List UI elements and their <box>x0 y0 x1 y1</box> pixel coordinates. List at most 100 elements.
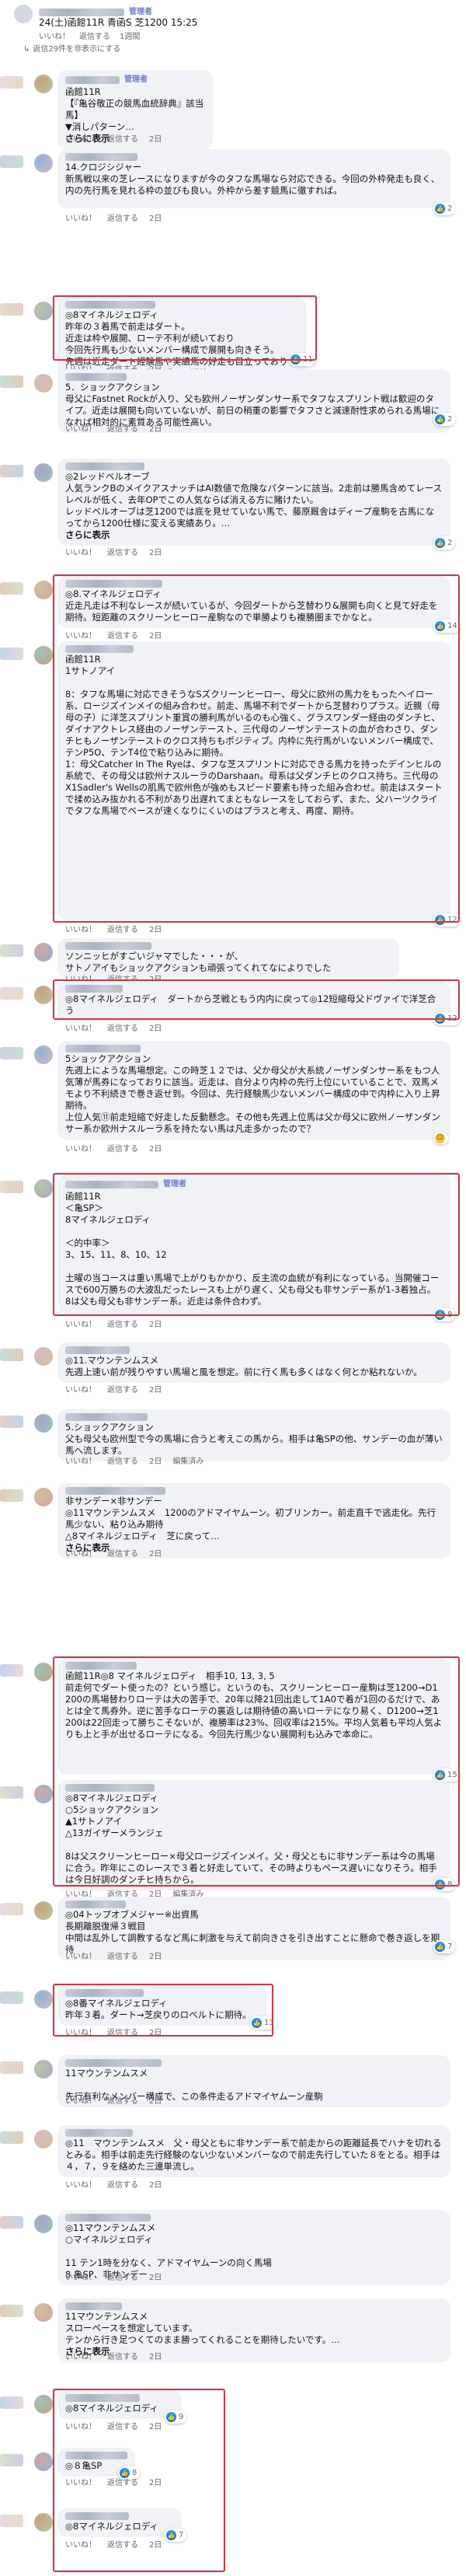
reply-link[interactable]: 返信する <box>107 1319 138 1331</box>
reply-link[interactable]: 返信する <box>107 1384 138 1396</box>
reaction-count[interactable]: 👍 14 <box>433 620 461 633</box>
reply-link[interactable]: 返信する <box>107 2272 138 2284</box>
reply-link[interactable]: 返信する <box>79 31 110 43</box>
reaction-count[interactable]: 👍 2 <box>433 413 456 426</box>
reaction-count[interactable]: 👍 12 <box>433 1012 461 1025</box>
reply-link[interactable]: 返信する <box>107 1023 138 1035</box>
avatar[interactable] <box>34 2452 53 2471</box>
avatar[interactable] <box>34 75 53 93</box>
reply-link[interactable]: 返信する <box>107 2351 138 2363</box>
hide-replies-link[interactable]: 返信29件を非表示にする <box>33 44 120 55</box>
author-name-redacted[interactable] <box>65 462 144 470</box>
author-name-redacted[interactable] <box>65 1180 158 1189</box>
author-name-redacted[interactable] <box>65 942 151 950</box>
avatar[interactable] <box>34 154 53 173</box>
like-link[interactable]: いいね！ <box>65 630 96 642</box>
like-link[interactable]: いいね！ <box>65 2477 96 2489</box>
author-name-redacted[interactable] <box>65 1413 148 1421</box>
reaction-count[interactable]: 👍 12 <box>433 913 461 927</box>
avatar[interactable] <box>34 302 53 320</box>
author-name-redacted[interactable] <box>65 2214 151 2222</box>
reply-link[interactable]: 返信する <box>107 2096 138 2107</box>
author-name-redacted[interactable] <box>65 580 162 588</box>
reply-link[interactable]: 返信する <box>107 2180 138 2191</box>
reaction-count[interactable]: 👍 13 <box>250 2016 277 2030</box>
reply-link[interactable]: 返信する <box>107 547 138 559</box>
like-link[interactable]: いいね！ <box>65 2096 96 2107</box>
reaction-count[interactable]: 👍 8 <box>433 1878 456 1891</box>
like-link[interactable]: いいね！ <box>65 924 96 936</box>
like-link[interactable]: いいね！ <box>65 2539 96 2551</box>
author-name-redacted[interactable] <box>65 2059 162 2067</box>
avatar[interactable] <box>34 986 53 1004</box>
see-more-link[interactable]: さらに表示 <box>65 529 110 540</box>
author-name-redacted[interactable] <box>65 301 155 309</box>
reaction-count[interactable]: 👍 2 <box>433 536 456 550</box>
like-link[interactable]: いいね！ <box>65 1951 96 1963</box>
like-link[interactable]: いいね！ <box>65 547 96 559</box>
author-name-redacted[interactable] <box>65 1346 130 1354</box>
avatar[interactable] <box>34 943 53 962</box>
like-link[interactable]: いいね！ <box>65 2421 96 2433</box>
avatar[interactable] <box>34 1488 53 1506</box>
reply-link[interactable]: 返信する <box>107 2477 138 2489</box>
author-name-redacted[interactable] <box>65 1662 137 1670</box>
avatar[interactable] <box>34 2395 53 2414</box>
reply-link[interactable]: 返信する <box>107 424 138 435</box>
avatar[interactable] <box>34 2060 53 2079</box>
reply-link[interactable]: 返信する <box>107 2539 138 2551</box>
like-link[interactable]: いいね！ <box>65 213 96 225</box>
author-name-redacted[interactable] <box>65 2512 129 2520</box>
reply-link[interactable]: 返信する <box>107 1456 138 1468</box>
reply-link[interactable]: 返信する <box>107 2027 138 2039</box>
author-name-redacted[interactable] <box>65 1901 126 1908</box>
reply-link[interactable]: 返信する <box>107 630 138 642</box>
reply-link[interactable]: 返信する <box>107 1951 138 1963</box>
reaction-count[interactable]: 👍 11 <box>289 353 316 366</box>
like-link[interactable]: いいね！ <box>65 134 96 145</box>
like-link[interactable]: いいね！ <box>65 1143 96 1155</box>
like-link[interactable]: いいね！ <box>65 2272 96 2284</box>
reaction-count[interactable]: ☺ <box>433 1133 448 1144</box>
avatar[interactable] <box>34 1663 53 1681</box>
avatar[interactable] <box>34 646 53 665</box>
avatar[interactable] <box>34 463 53 482</box>
like-link[interactable]: いいね！ <box>65 424 96 435</box>
avatar[interactable] <box>34 1990 53 2009</box>
like-link[interactable]: いいね！ <box>65 1456 96 1468</box>
reply-link[interactable]: 返信する <box>107 2421 138 2433</box>
author-name-redacted[interactable] <box>65 2302 122 2310</box>
avatar[interactable] <box>34 2215 53 2233</box>
avatar[interactable] <box>34 1414 53 1433</box>
avatar[interactable] <box>34 1901 53 1920</box>
avatar[interactable] <box>34 2513 53 2532</box>
avatar[interactable] <box>34 374 53 393</box>
author-name-redacted[interactable] <box>65 645 134 653</box>
reply-link[interactable]: 返信する <box>107 134 138 145</box>
like-link[interactable]: いいね！ <box>65 2027 96 2039</box>
reaction-count[interactable]: 👍 7 <box>433 1940 456 1953</box>
avatar[interactable] <box>34 581 53 599</box>
reply-link[interactable]: 返信する <box>107 1548 138 1560</box>
like-link[interactable]: いいね！ <box>65 2351 96 2363</box>
reply-link[interactable]: 返信する <box>107 213 138 225</box>
like-link[interactable]: いいね！ <box>65 1384 96 1396</box>
like-link[interactable]: いいね！ <box>65 1319 96 1331</box>
author-name-redacted[interactable] <box>65 1045 141 1052</box>
reaction-count[interactable]: 👍 8 <box>433 1308 456 1321</box>
avatar[interactable] <box>34 1347 53 1366</box>
reaction-count[interactable]: 👍 7 <box>165 2529 187 2542</box>
author-name-redacted[interactable] <box>65 373 127 381</box>
like-link[interactable]: いいね！ <box>39 31 70 43</box>
reply-link[interactable]: 返信する <box>107 1143 138 1155</box>
like-link[interactable]: いいね！ <box>65 1548 96 1560</box>
author-name-redacted[interactable] <box>65 75 120 84</box>
author-name-redacted[interactable] <box>65 2129 133 2137</box>
avatar[interactable] <box>34 1179 53 1198</box>
reaction-count[interactable]: 👍 2 <box>433 202 456 215</box>
author-name-redacted[interactable] <box>65 985 123 993</box>
avatar[interactable] <box>34 2130 53 2148</box>
author-name-redacted[interactable] <box>65 153 137 161</box>
author-name-redacted[interactable] <box>65 2452 127 2459</box>
like-link[interactable]: いいね！ <box>65 2180 96 2191</box>
